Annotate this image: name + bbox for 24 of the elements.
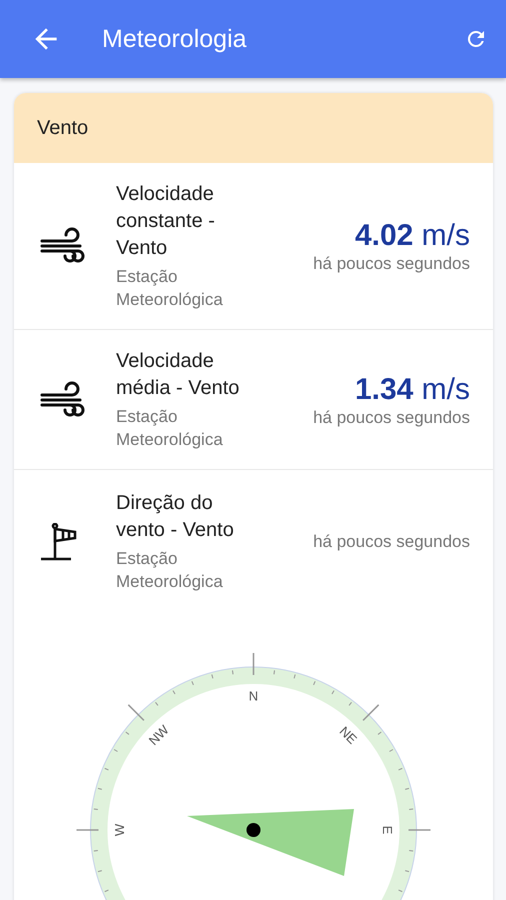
sensor-row[interactable]: Velocidade média - Vento Estação Meteorológica 1.34 m/s há poucos segundos	[14, 330, 493, 470]
center-dot	[246, 823, 260, 837]
sensor-name: Direção do vento - Vento	[116, 491, 235, 543]
compass-label: E	[380, 826, 396, 834]
card-title: Vento	[14, 93, 493, 163]
sensor-value: 1.34 m/s	[354, 372, 470, 408]
app-title: Meteorologia	[102, 24, 248, 54]
sensor-row[interactable]: Direção do vento - Vento Estação Meteorológica há poucos segundos	[14, 470, 493, 611]
sensor-source: Estação Meteorológica	[116, 406, 224, 451]
compass-label: N	[248, 688, 258, 704]
sensor-row[interactable]: Velocidade constante - Vento Estação Meteorológica 4.02 m/s há poucos segundos	[14, 163, 493, 330]
update-time: há poucos segundos	[313, 254, 470, 274]
update-time: há poucos segundos	[313, 532, 470, 552]
sensor-value: 4.02 m/s	[354, 218, 470, 254]
update-time: há poucos segundos	[313, 408, 470, 428]
compass-label: NW	[146, 722, 172, 748]
sensor-source: Estação Meteorológica	[116, 266, 224, 311]
sensor-source: Estação Meteorológica	[116, 548, 224, 593]
wind-icon	[40, 380, 86, 418]
compass-label: W	[112, 824, 127, 836]
sensor-name: Velocidade média - Vento	[116, 349, 240, 401]
sensor-name: Velocidade constante - Vento	[116, 182, 216, 261]
compass-label: NE	[336, 724, 360, 747]
wind-icon	[40, 227, 86, 265]
